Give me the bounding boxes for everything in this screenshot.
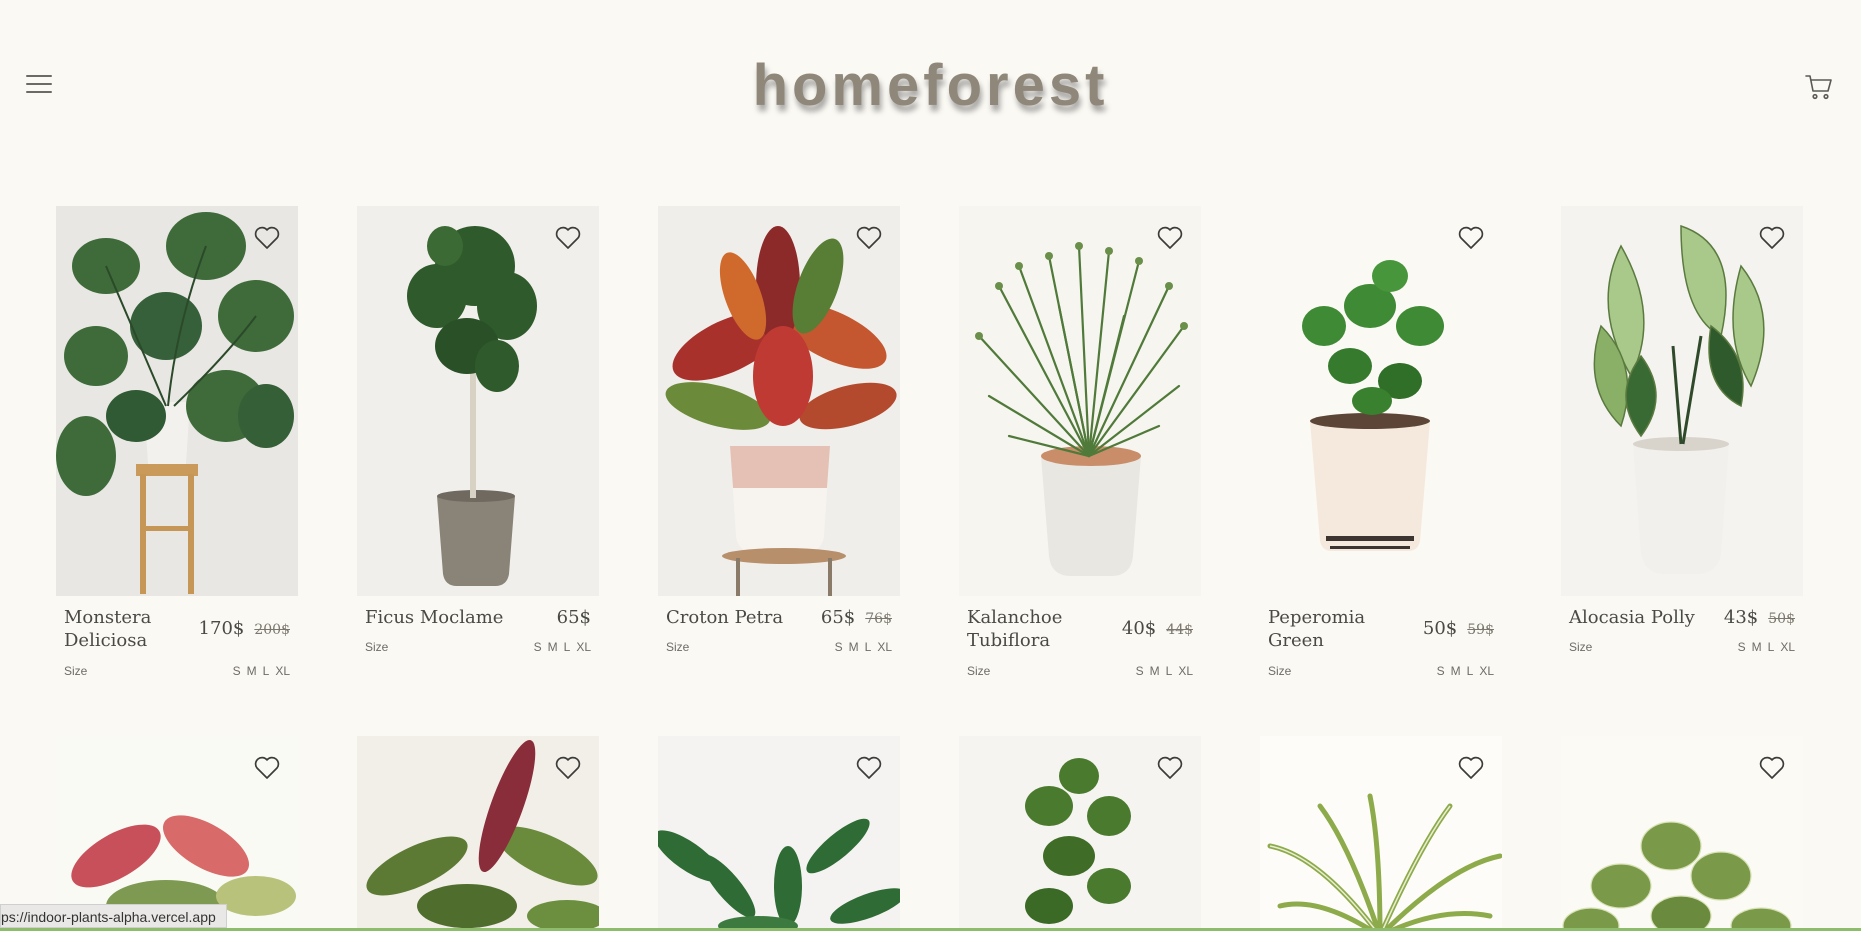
size-row: Size S M L XL bbox=[1569, 640, 1795, 654]
product-image[interactable] bbox=[658, 206, 900, 596]
size-option-s[interactable]: S bbox=[1136, 664, 1144, 678]
size-option-m[interactable]: M bbox=[1752, 640, 1762, 654]
size-label: Size bbox=[64, 664, 88, 678]
size-option-xl[interactable]: XL bbox=[576, 640, 591, 654]
size-option-l[interactable]: L bbox=[865, 640, 872, 654]
current-price: 43$ bbox=[1723, 607, 1759, 628]
size-label: Size bbox=[1268, 664, 1292, 678]
favorite-heart-icon[interactable] bbox=[555, 756, 581, 780]
old-price: 50$ bbox=[1768, 611, 1795, 627]
current-price: 40$ bbox=[1121, 618, 1157, 639]
size-label: Size bbox=[365, 640, 389, 654]
product-image[interactable] bbox=[959, 736, 1201, 931]
size-option-l[interactable]: L bbox=[564, 640, 571, 654]
size-option-m[interactable]: M bbox=[1451, 664, 1461, 678]
favorite-heart-icon[interactable] bbox=[856, 756, 882, 780]
size-option-xl[interactable]: XL bbox=[877, 640, 892, 654]
favorite-heart-icon[interactable] bbox=[1458, 756, 1484, 780]
product-image[interactable] bbox=[1561, 736, 1803, 931]
size-option-l[interactable]: L bbox=[263, 664, 270, 678]
old-price: 76$ bbox=[865, 611, 892, 627]
site-header: homeforest bbox=[0, 0, 1861, 175]
old-price: 59$ bbox=[1467, 622, 1494, 638]
size-option-m[interactable]: M bbox=[247, 664, 257, 678]
product-price: 40$ 44$ bbox=[1122, 617, 1193, 642]
size-option-l[interactable]: L bbox=[1467, 664, 1474, 678]
product-image[interactable] bbox=[357, 206, 599, 596]
size-label: Size bbox=[666, 640, 690, 654]
size-option-xl[interactable]: XL bbox=[1780, 640, 1795, 654]
favorite-heart-icon[interactable] bbox=[254, 226, 280, 250]
product-image[interactable] bbox=[1260, 736, 1502, 931]
product-name[interactable]: Peperomia Green bbox=[1268, 606, 1388, 652]
favorite-heart-icon[interactable] bbox=[555, 226, 581, 250]
size-option-m[interactable]: M bbox=[849, 640, 859, 654]
size-option-l[interactable]: L bbox=[1166, 664, 1173, 678]
favorite-heart-icon[interactable] bbox=[254, 756, 280, 780]
size-option-s[interactable]: S bbox=[835, 640, 843, 654]
favorite-heart-icon[interactable] bbox=[1759, 226, 1785, 250]
product-price: 170$ 200$ bbox=[199, 617, 290, 642]
size-row: Size S M L XL bbox=[64, 664, 290, 678]
shopping-cart-icon[interactable] bbox=[1804, 72, 1834, 102]
site-logo[interactable]: homeforest bbox=[0, 52, 1861, 119]
size-option-xl[interactable]: XL bbox=[275, 664, 290, 678]
product-image[interactable] bbox=[959, 206, 1201, 596]
product-name[interactable]: Kalanchoe Tubiflora bbox=[967, 606, 1087, 652]
current-price: 65$ bbox=[556, 607, 591, 628]
size-option-m[interactable]: M bbox=[548, 640, 558, 654]
favorite-heart-icon[interactable] bbox=[1759, 756, 1785, 780]
status-bar-url: ps://indoor-plants-alpha.vercel.app bbox=[0, 904, 227, 928]
product-image[interactable] bbox=[357, 736, 599, 931]
product-name[interactable]: Alocasia Polly bbox=[1569, 606, 1719, 629]
product-price: 65$ bbox=[557, 606, 591, 629]
favorite-heart-icon[interactable] bbox=[1458, 226, 1484, 250]
size-row: Size S M L XL bbox=[1268, 664, 1494, 678]
old-price: 200$ bbox=[254, 622, 290, 638]
favorite-heart-icon[interactable] bbox=[1157, 226, 1183, 250]
product-image[interactable] bbox=[658, 736, 900, 931]
size-option-l[interactable]: L bbox=[1768, 640, 1775, 654]
size-row: Size S M L XL bbox=[666, 640, 892, 654]
size-option-xl[interactable]: XL bbox=[1178, 664, 1193, 678]
size-row: Size S M L XL bbox=[967, 664, 1193, 678]
size-label: Size bbox=[1569, 640, 1593, 654]
product-name[interactable]: Croton Petra bbox=[666, 606, 806, 629]
product-image[interactable] bbox=[1260, 206, 1502, 596]
product-price: 65$ 76$ bbox=[821, 606, 892, 631]
size-option-s[interactable]: S bbox=[1437, 664, 1445, 678]
product-name[interactable]: Ficus Moclame bbox=[365, 606, 525, 629]
current-price: 50$ bbox=[1422, 618, 1458, 639]
product-image[interactable] bbox=[56, 206, 298, 596]
size-option-s[interactable]: S bbox=[233, 664, 241, 678]
product-image[interactable] bbox=[56, 736, 298, 931]
product-price: 50$ 59$ bbox=[1423, 617, 1494, 642]
old-price: 44$ bbox=[1166, 622, 1193, 638]
size-option-xl[interactable]: XL bbox=[1479, 664, 1494, 678]
current-price: 65$ bbox=[820, 607, 856, 628]
size-option-m[interactable]: M bbox=[1150, 664, 1160, 678]
size-option-s[interactable]: S bbox=[534, 640, 542, 654]
current-price: 170$ bbox=[198, 618, 245, 639]
size-label: Size bbox=[967, 664, 991, 678]
favorite-heart-icon[interactable] bbox=[1157, 756, 1183, 780]
size-row: Size S M L XL bbox=[365, 640, 591, 654]
product-image[interactable] bbox=[1561, 206, 1803, 596]
product-price: 43$ 50$ bbox=[1724, 606, 1795, 631]
size-option-s[interactable]: S bbox=[1738, 640, 1746, 654]
favorite-heart-icon[interactable] bbox=[856, 226, 882, 250]
product-name[interactable]: Monstera Deliciosa bbox=[64, 606, 184, 652]
